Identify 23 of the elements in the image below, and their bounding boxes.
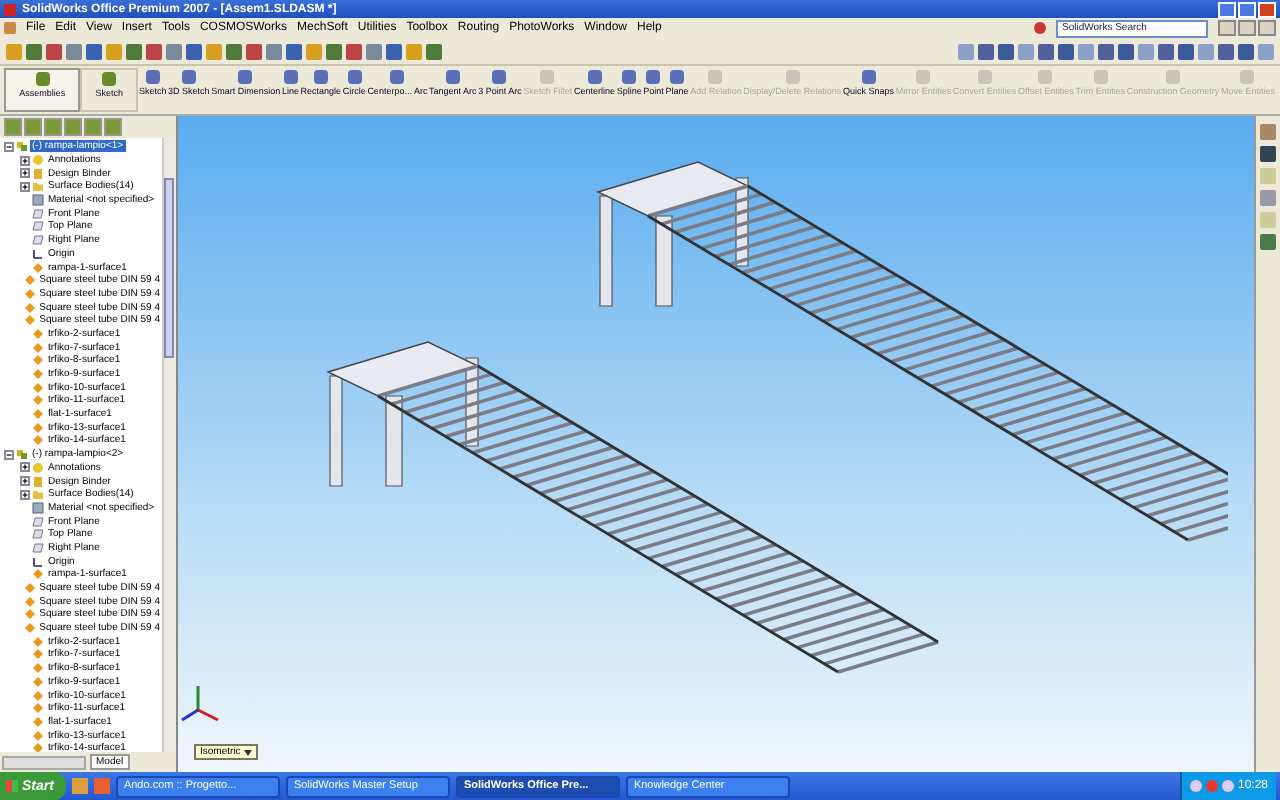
material-icon: [32, 194, 44, 207]
origin-icon: [32, 555, 44, 568]
scroll-bar[interactable]: [2, 755, 86, 769]
expand-toggle[interactable]: [20, 476, 30, 487]
expand-toggle[interactable]: [20, 489, 30, 500]
expand-toggle[interactable]: [20, 155, 30, 166]
annotation-icon: [32, 461, 44, 474]
binder-icon: [32, 167, 44, 180]
expand-toggle[interactable]: [4, 449, 14, 460]
binder-icon: [32, 475, 44, 488]
axis-triad-icon: [181, 686, 219, 722]
expand-toggle[interactable]: [20, 181, 30, 192]
app-logo-icon: [4, 3, 16, 15]
expand-toggle[interactable]: [4, 141, 14, 152]
annotation-icon: [32, 154, 44, 167]
material-icon: [32, 501, 44, 514]
origin-icon: [32, 247, 44, 260]
assembly-icon: [16, 448, 28, 461]
expand-toggle[interactable]: [20, 462, 30, 473]
expand-toggle[interactable]: [20, 168, 30, 179]
caret-icon: [244, 749, 253, 755]
assembly-icon: [16, 140, 28, 153]
scroll-bar[interactable]: [162, 138, 176, 752]
